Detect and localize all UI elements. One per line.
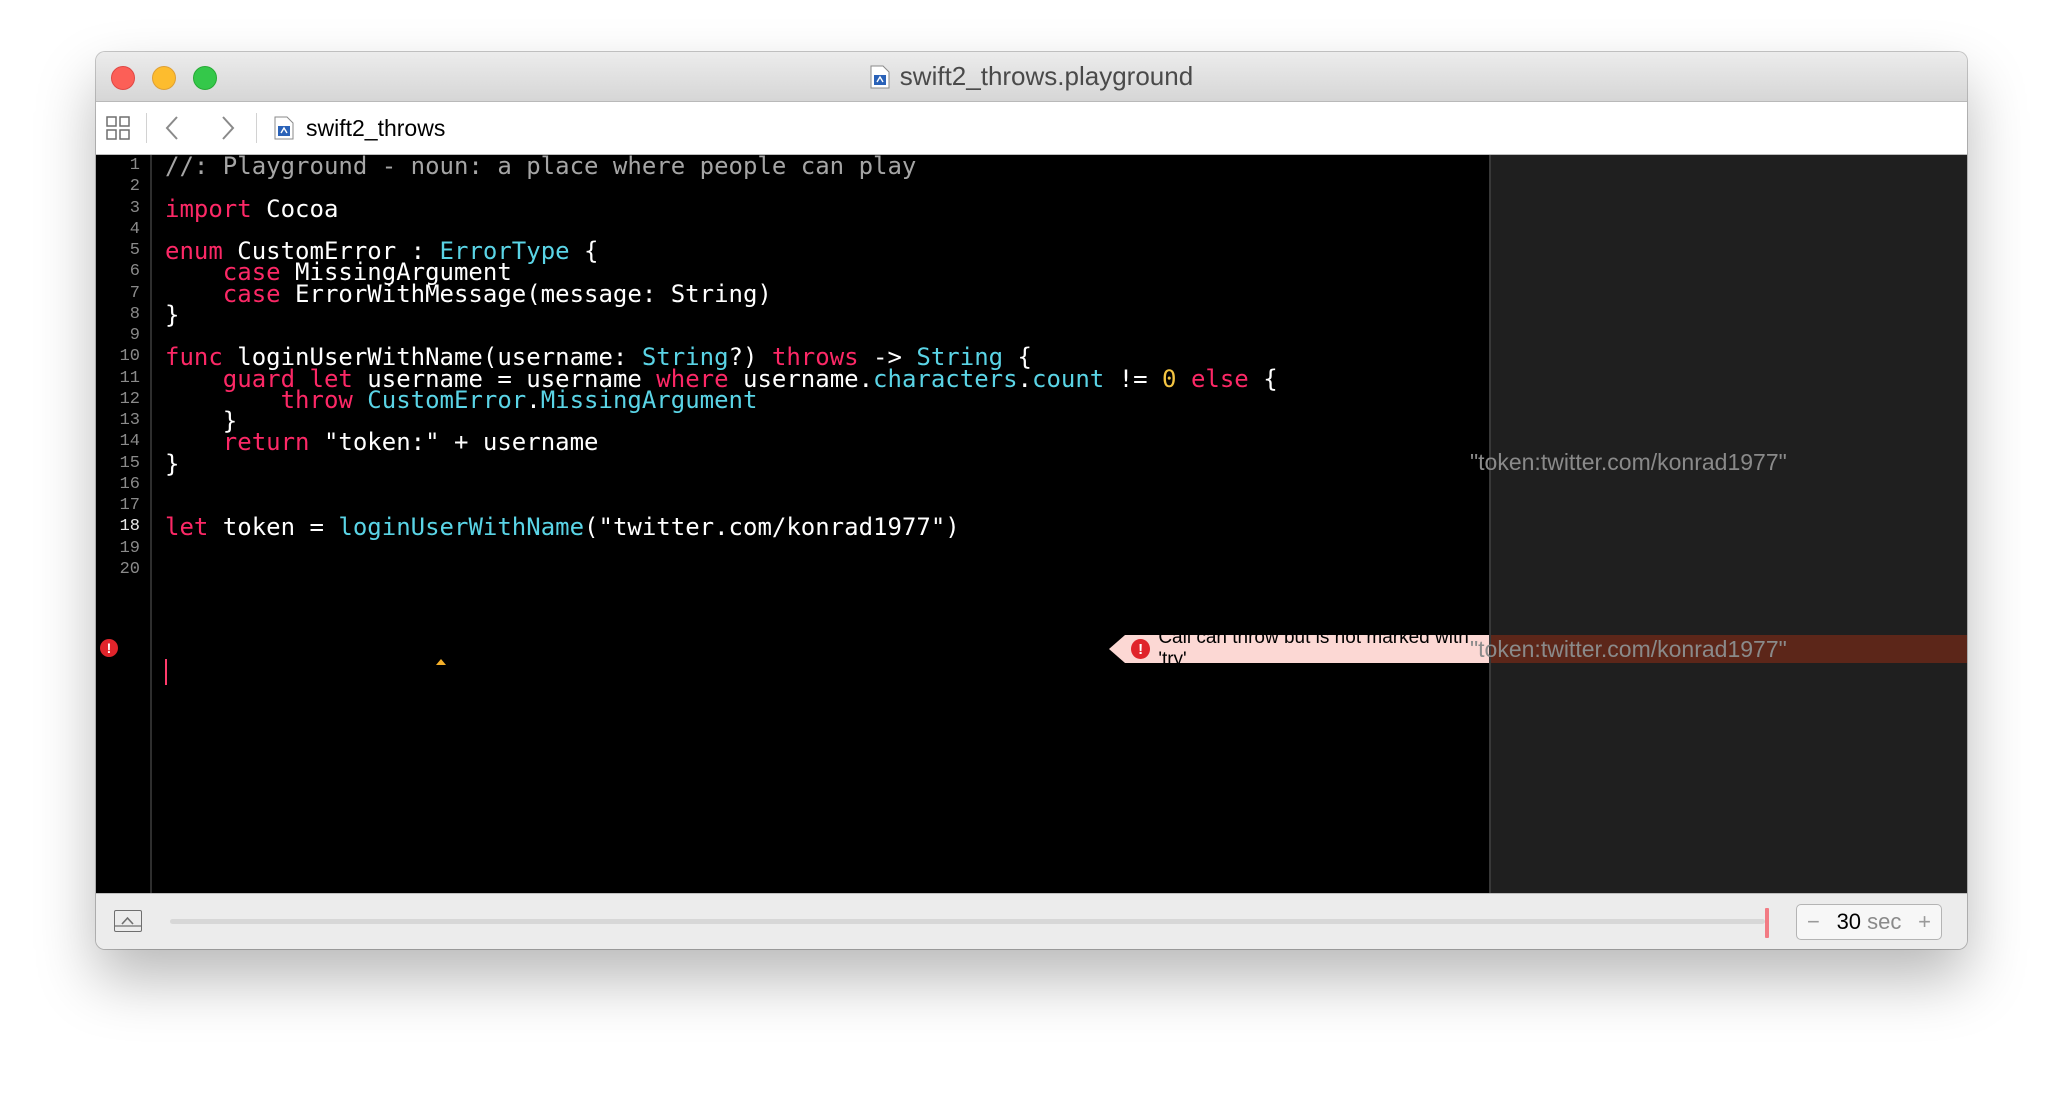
jump-bar-file[interactable]: swift2_throws: [274, 102, 445, 154]
error-icon: !: [1131, 639, 1151, 659]
code-token: import: [165, 194, 252, 223]
timeline-slider[interactable]: [170, 919, 1765, 924]
code-token: return: [222, 428, 310, 457]
timeline-slider-handle[interactable]: [1765, 908, 1769, 938]
code-token: {: [1248, 364, 1278, 393]
related-items-icon[interactable]: [106, 102, 132, 154]
code-token: MissingArgument: [540, 385, 758, 414]
playground-window: swift2_throws.playground swift2_throws 1…: [96, 52, 1967, 949]
code-line: throw CustomError.MissingArgument: [165, 385, 758, 414]
code-token: {: [569, 237, 599, 265]
source-editor[interactable]: 1 2 3 4 5 6 7 8 9 10 11 12 13 14 15 16 17 18 19 20 //: Play…: [96, 152, 1489, 893]
inline-error-message[interactable]: ! Call can throw but is not marked with …: [1109, 635, 1491, 663]
duration-stepper[interactable]: − 30 sec +: [1796, 904, 1942, 940]
code-token: "token:" + username: [309, 428, 599, 457]
jump-bar-file-label: swift2_throws: [306, 114, 446, 141]
title-bar: swift2_throws.playground: [96, 52, 1967, 102]
line-number: 20: [119, 559, 140, 579]
code-token: Cocoa: [251, 194, 339, 223]
code-token: }: [165, 300, 180, 329]
code-token: loginUserWithName: [338, 513, 585, 542]
code-token: .: [526, 385, 541, 414]
code-token: case: [222, 279, 281, 308]
code-line: }: [165, 301, 179, 329]
code-token: characters: [873, 364, 1018, 393]
result-line-14[interactable]: "token:twitter.com/konrad1977": [1470, 448, 1787, 476]
code-token: ("twitter.com/konrad1977"): [584, 513, 960, 542]
code-token: 0: [1162, 364, 1177, 393]
code-token: let: [165, 513, 209, 542]
code-token: token =: [208, 513, 339, 542]
code-line: //: Playground - noun: a place where peo…: [165, 152, 916, 180]
code-token: !=: [1104, 364, 1163, 393]
jump-bar-divider: [256, 113, 257, 143]
gutter-error-icon[interactable]: !: [100, 639, 118, 657]
code-token: }: [165, 449, 180, 478]
code-token: throw: [280, 385, 353, 414]
code-line: let token = loginUserWithName("twitter.c…: [165, 513, 960, 541]
code-line: case ErrorWithMessage(message: String): [165, 280, 772, 308]
jump-bar: swift2_throws: [96, 102, 1967, 155]
results-sidebar: [1489, 155, 1967, 893]
code-line: }: [165, 450, 179, 478]
back-chevron-icon[interactable]: [164, 102, 180, 154]
decrease-duration-button[interactable]: −: [1807, 909, 1820, 935]
playground-file-icon: [870, 65, 890, 89]
duration-value: 30: [1836, 909, 1862, 934]
code-token: else: [1190, 364, 1249, 393]
window-title-group: swift2_throws.playground: [96, 52, 1967, 101]
result-line-18[interactable]: "token:twitter.com/konrad1977": [1470, 635, 1787, 663]
debug-bar: − 30 sec +: [96, 893, 1967, 949]
duration-display: 30 sec: [1837, 909, 1902, 935]
jump-bar-divider: [146, 113, 147, 143]
code-token: CustomError: [367, 385, 527, 414]
forward-chevron-icon[interactable]: [220, 102, 236, 154]
code-line: return "token:" + username: [165, 428, 599, 457]
code-token: .: [1017, 364, 1032, 393]
playground-file-icon: [274, 116, 294, 140]
window-title: swift2_throws.playground: [899, 61, 1194, 91]
toggle-debug-area-button[interactable]: [114, 910, 142, 932]
code-token: count: [1032, 364, 1105, 393]
line-number-gutter: 1 2 3 4 5 6 7 8 9 10 11 12 13 14 15 16 17 18 19 20: [96, 155, 152, 893]
code-line: import Cocoa: [165, 195, 338, 223]
code-token: //: Playground - noun: a place where peo…: [165, 152, 917, 180]
increase-duration-button[interactable]: +: [1918, 909, 1931, 935]
code-token: ErrorWithMessage(message: String): [280, 279, 772, 308]
duration-unit: sec: [1867, 909, 1902, 934]
